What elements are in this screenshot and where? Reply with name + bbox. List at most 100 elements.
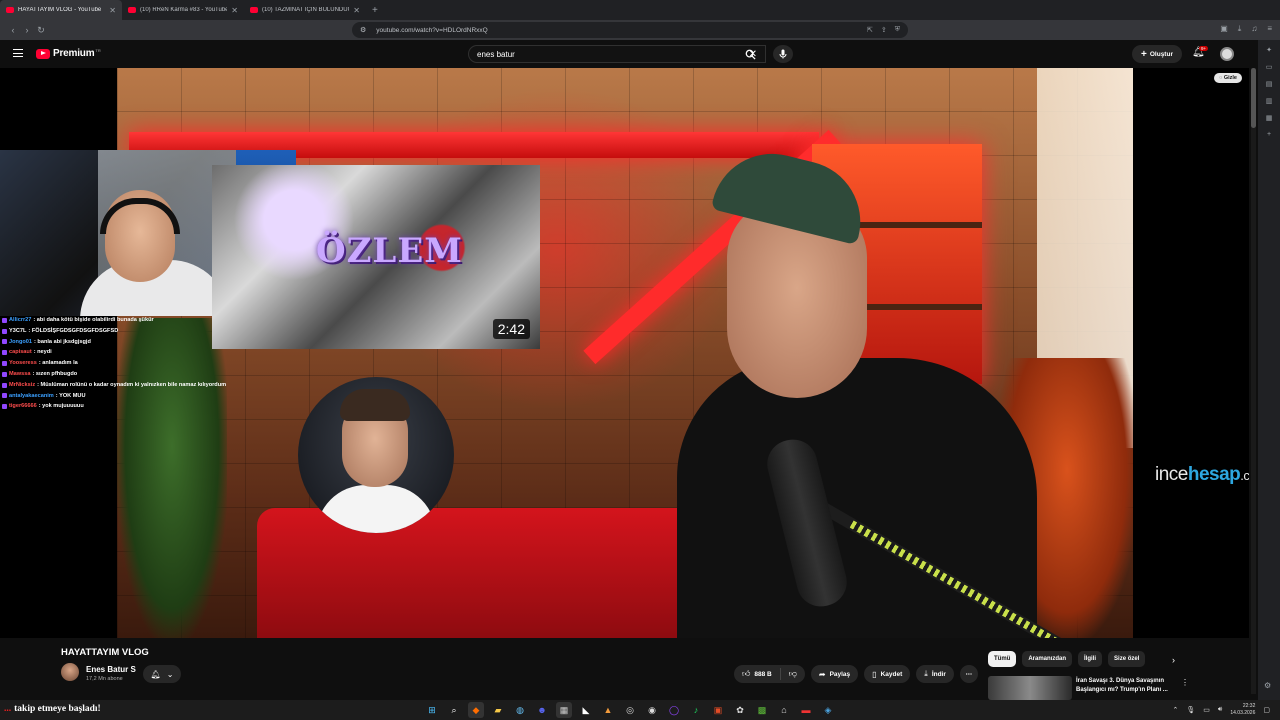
add-panel-icon[interactable]: + bbox=[1267, 131, 1271, 138]
app-icon[interactable]: ▦ bbox=[556, 702, 572, 718]
subscriber-count: 17,2 Mn abone bbox=[86, 676, 123, 682]
chip-from-searches[interactable]: Aramanızdan bbox=[1022, 651, 1073, 667]
search-icon[interactable]: ⌕ bbox=[446, 702, 462, 718]
download-button[interactable]: ⤓ İndir bbox=[916, 665, 954, 683]
app-icon[interactable]: ⌂ bbox=[776, 702, 792, 718]
close-tab-icon[interactable]: ✕ bbox=[109, 6, 116, 15]
recommended-video-thumbnail[interactable] bbox=[988, 676, 1072, 700]
chat-message: capisaut: neydi bbox=[2, 347, 242, 358]
reading-list-icon[interactable]: ▤ bbox=[1266, 80, 1273, 88]
chip-all[interactable]: Tümü bbox=[988, 651, 1017, 667]
settings-gear-icon[interactable]: ⚙ bbox=[1264, 681, 1271, 690]
panel-icon[interactable]: ▭ bbox=[1266, 63, 1273, 71]
chat-message: Allicrr27: abi daha kötü bişide olabilir… bbox=[2, 315, 242, 326]
chat-message: Mawssa: sızen pfhbugdo bbox=[2, 369, 242, 380]
chat-username: antalyakaecanim bbox=[9, 392, 54, 399]
save-button[interactable]: ▯ Kaydet bbox=[864, 665, 911, 683]
brave-browser-icon[interactable]: ◆ bbox=[468, 702, 484, 718]
close-tab-icon[interactable]: ✕ bbox=[353, 6, 360, 15]
app-icon[interactable]: ▣ bbox=[710, 702, 726, 718]
close-tab-icon[interactable]: ✕ bbox=[231, 6, 238, 15]
create-button[interactable]: + Oluştur bbox=[1132, 45, 1182, 63]
subscription-bell-button[interactable]: 🔔︎ ⌄ bbox=[143, 665, 181, 683]
back-icon[interactable]: ‹ bbox=[6, 25, 20, 35]
chat-badge-icon bbox=[2, 371, 7, 377]
thumbs-up-icon: 👍︎ bbox=[742, 669, 751, 678]
more-actions-button[interactable]: ⋯ bbox=[959, 665, 978, 683]
obs-icon[interactable]: ◎ bbox=[622, 702, 638, 718]
spotify-icon[interactable]: ♪ bbox=[688, 702, 704, 718]
chat-username: capisaut bbox=[9, 349, 32, 356]
host-person bbox=[677, 140, 1037, 638]
recommended-video[interactable]: İran Savaşı 3. Dünya Savaşının Başlangıc… bbox=[988, 676, 1189, 700]
youtube-favicon-icon bbox=[6, 7, 14, 13]
shield-icon[interactable]: ⛨ bbox=[895, 26, 900, 34]
app-icon[interactable]: ◈ bbox=[820, 702, 836, 718]
history-icon[interactable]: ▦ bbox=[1266, 114, 1273, 122]
app-icon[interactable]: ◉ bbox=[644, 702, 660, 718]
search-button[interactable] bbox=[736, 45, 764, 63]
video-player[interactable]: ÖZLEM 2:42 Allicrr27: abi daha kötü bişi… bbox=[0, 68, 1249, 638]
share-button[interactable]: ➦ Paylaş bbox=[810, 665, 859, 683]
music-icon[interactable]: ♫ bbox=[1251, 24, 1257, 34]
scrollbar-thumb[interactable] bbox=[1251, 68, 1256, 128]
hamburger-menu-icon[interactable] bbox=[13, 49, 23, 57]
windows-start-icon[interactable]: ⊞ bbox=[424, 702, 440, 718]
sidebar-toggle-icon[interactable]: ▣ bbox=[1220, 24, 1228, 34]
search-input[interactable]: enes batur ✕ bbox=[468, 45, 766, 63]
file-explorer-icon[interactable]: ▰ bbox=[490, 702, 506, 718]
chat-badge-icon bbox=[2, 328, 7, 334]
video-title: HAYATTAYIM VLOG bbox=[61, 647, 149, 658]
ai-sidebar-icon[interactable]: ✦ bbox=[1266, 46, 1272, 54]
share-icon[interactable]: ⇪ bbox=[881, 26, 887, 34]
account-avatar[interactable] bbox=[1220, 47, 1234, 61]
microphone-icon bbox=[779, 49, 787, 59]
youtube-logo[interactable]: Premium TR bbox=[36, 48, 101, 59]
steam-icon[interactable]: ◍ bbox=[512, 702, 528, 718]
chevron-right-icon[interactable]: › bbox=[1172, 655, 1175, 665]
clock[interactable]: 22:32 14.03.2026 bbox=[1230, 703, 1255, 717]
site-info-icon[interactable]: ⚙ bbox=[360, 26, 366, 34]
epic-games-icon[interactable]: ◣ bbox=[578, 702, 594, 718]
voice-search-button[interactable] bbox=[773, 45, 793, 63]
microphone-icon[interactable]: 🎙︎ bbox=[1186, 706, 1195, 714]
open-external-icon[interactable]: ⇱ bbox=[867, 26, 873, 34]
hide-button[interactable]: ◌ Gizle bbox=[1214, 73, 1242, 83]
page-scrollbar[interactable] bbox=[1251, 68, 1256, 694]
notification-center-icon[interactable]: ▢ bbox=[1263, 706, 1270, 714]
channel-name[interactable]: Enes Batur S bbox=[86, 665, 136, 674]
minecraft-icon[interactable]: ▩ bbox=[754, 702, 770, 718]
bookmarks-panel-icon[interactable]: ▥ bbox=[1266, 97, 1273, 105]
twitch-icon[interactable]: ◯ bbox=[666, 702, 682, 718]
channel-avatar[interactable] bbox=[61, 663, 79, 681]
volume-icon[interactable]: 🔊︎ bbox=[1218, 706, 1222, 714]
discord-icon[interactable]: ☻ bbox=[534, 702, 550, 718]
forward-icon[interactable]: › bbox=[20, 25, 34, 35]
hide-label: Gizle bbox=[1223, 75, 1237, 81]
browser-tab[interactable]: HAYATTAYIM VLOG - YouTube ✕ bbox=[0, 0, 122, 20]
taskbar-apps: ⊞ ⌕ ◆ ▰ ◍ ☻ ▦ ◣ ▲ ◎ ◉ ◯ ♪ ▣ ✿ ▩ ⌂ ▬ ◈ bbox=[424, 702, 836, 718]
chat-message: tiger66666: yok mujuuuuuu bbox=[2, 401, 242, 412]
chip-for-you[interactable]: Size özel bbox=[1108, 651, 1146, 667]
dislike-button[interactable]: 👎︎ bbox=[781, 665, 805, 683]
recommended-video-title[interactable]: İran Savaşı 3. Dünya Savaşının Başlangıc… bbox=[1076, 677, 1186, 695]
new-tab-button[interactable]: + bbox=[372, 5, 378, 16]
chat-message: MrNicksiz: Müslüman rolünü o kadar oynad… bbox=[2, 380, 242, 391]
search-query: enes batur bbox=[477, 49, 515, 59]
chat-badge-icon bbox=[2, 404, 7, 410]
chat-text: : Müslüman rolünü o kadar oynadım ki yal… bbox=[37, 381, 227, 388]
reload-icon[interactable]: ↻ bbox=[34, 25, 48, 36]
address-bar[interactable]: ⚙ youtube.com/watch?v=HDLOrdNRxxQ ⇱ ⇪ ⛨ bbox=[352, 22, 908, 38]
chevron-up-icon[interactable]: ⌃ bbox=[1173, 706, 1179, 714]
app-icon[interactable]: ▬ bbox=[798, 702, 814, 718]
menu-icon[interactable]: ≡ bbox=[1267, 24, 1272, 34]
browser-tab[interactable]: (10) RReN Karma #83 - YouTube ✕ bbox=[122, 0, 244, 20]
chatgpt-icon[interactable]: ✿ bbox=[732, 702, 748, 718]
download-icon[interactable]: ⤓ bbox=[1238, 24, 1242, 34]
browser-tab[interactable]: (10) TAZMİNAT İÇİN BULUNDUĞU L ✕ bbox=[244, 0, 366, 20]
like-button[interactable]: 👍︎ 888 B bbox=[734, 665, 780, 683]
network-icon[interactable]: ▭ bbox=[1203, 706, 1210, 714]
app-icon[interactable]: ▲ bbox=[600, 702, 616, 718]
more-vertical-icon[interactable]: ⋮ bbox=[1181, 678, 1189, 687]
chip-related[interactable]: İlgili bbox=[1078, 651, 1103, 667]
